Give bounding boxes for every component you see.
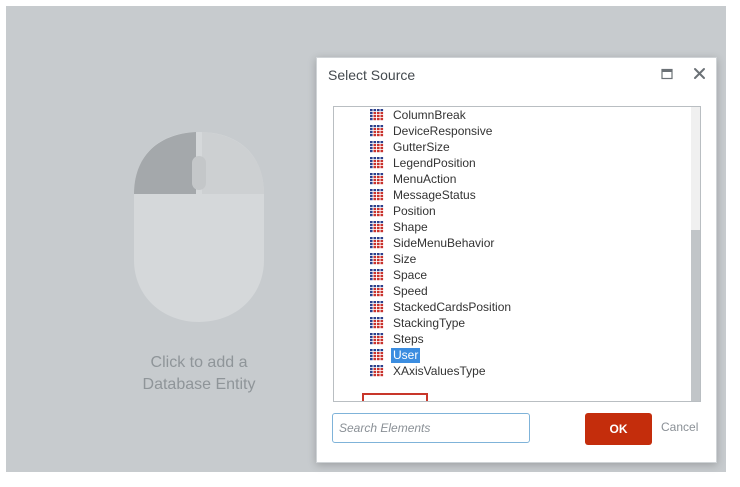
tree-item-label: XAxisValuesType <box>393 363 486 378</box>
selection-highlight-box <box>362 393 428 401</box>
tree-item[interactable]: Speed <box>370 283 430 299</box>
table-icon <box>370 349 384 361</box>
tree-item-label: Speed <box>393 283 428 298</box>
placeholder-line-1: Click to add a <box>150 354 248 371</box>
tree-item[interactable]: StackingType <box>370 315 467 331</box>
table-icon <box>370 365 384 377</box>
table-icon <box>370 221 384 233</box>
tree-item[interactable]: Size <box>370 251 418 267</box>
tree-item-label: MessageStatus <box>393 187 476 202</box>
table-icon <box>370 157 384 169</box>
table-icon <box>370 253 384 265</box>
tree-item[interactable]: MenuAction <box>370 171 458 187</box>
tree-item[interactable]: GutterSize <box>370 139 452 155</box>
tree-item-label: Position <box>393 203 436 218</box>
dialog-title: Select Source <box>328 67 416 83</box>
tree-item-label: MenuAction <box>393 171 457 186</box>
ok-button[interactable]: OK <box>585 413 652 445</box>
cancel-button[interactable]: Cancel <box>661 420 698 434</box>
tree-item[interactable]: User <box>370 347 421 363</box>
table-icon <box>370 333 384 345</box>
placeholder-line-2: Database Entity <box>142 376 256 393</box>
table-icon <box>370 173 384 185</box>
table-icon <box>370 109 384 121</box>
tree-item[interactable]: LegendPosition <box>370 155 478 171</box>
scrollbar[interactable] <box>691 107 700 401</box>
tree-item-label: StackingType <box>393 315 466 330</box>
table-icon <box>370 125 384 137</box>
tree-item-label: GutterSize <box>393 139 450 154</box>
tree-item[interactable]: Position <box>370 203 438 219</box>
select-source-dialog: Select Source ColumnBreak DeviceResponsiv… <box>316 57 717 463</box>
tree-item[interactable]: Shape <box>370 219 430 235</box>
tree-item-label: ColumnBreak <box>393 107 466 122</box>
tree-item-label: LegendPosition <box>393 155 476 170</box>
tree-item-label: User <box>391 347 421 363</box>
tree-item[interactable]: ColumnBreak <box>370 107 468 123</box>
table-icon <box>370 237 384 249</box>
tree-item-label: Shape <box>393 219 428 234</box>
search-input[interactable] <box>332 413 530 443</box>
table-icon <box>370 285 384 297</box>
source-list[interactable]: ColumnBreak DeviceResponsive GutterSize Leg… <box>333 106 701 402</box>
table-icon <box>370 317 384 329</box>
scroll-thumb[interactable] <box>691 230 700 401</box>
tree-item-label: Steps <box>393 331 424 346</box>
tree-item-label: SideMenuBehavior <box>393 235 495 250</box>
tree-item[interactable]: StackedCardsPosition <box>370 299 513 315</box>
close-icon[interactable] <box>693 67 706 80</box>
tree-item[interactable]: Steps <box>370 331 426 347</box>
table-icon <box>370 189 384 201</box>
mouse-icon[interactable] <box>134 132 264 322</box>
tree-item-label: DeviceResponsive <box>393 123 493 138</box>
add-entity-placeholder[interactable]: Click to add a Database Entity <box>102 352 296 396</box>
tree-item[interactable]: MessageStatus <box>370 187 478 203</box>
tree-item-label: Space <box>393 267 428 282</box>
tree-item-label: StackedCardsPosition <box>393 299 512 314</box>
table-icon <box>370 269 384 281</box>
maximize-icon[interactable] <box>661 68 674 81</box>
table-icon <box>370 205 384 217</box>
tree-item[interactable]: DeviceResponsive <box>370 123 494 139</box>
table-icon <box>370 141 384 153</box>
tree-item[interactable]: XAxisValuesType <box>370 363 488 379</box>
table-icon <box>370 301 384 313</box>
tree-item[interactable]: Space <box>370 267 429 283</box>
tree-item[interactable]: SideMenuBehavior <box>370 235 496 251</box>
tree-item-label: Size <box>393 251 417 266</box>
